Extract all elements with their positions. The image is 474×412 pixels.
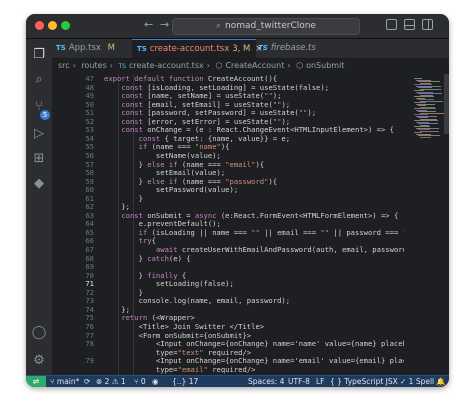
breadcrumb-item[interactable]: src (58, 61, 70, 70)
minimize-window-button[interactable] (48, 21, 57, 30)
tab-label: App.tsx (68, 43, 101, 53)
ports-indicator[interactable]: ⑂ 0 (134, 376, 146, 387)
eol-indicator[interactable]: LF (316, 376, 325, 387)
extensions-icon[interactable]: ⊞ (31, 151, 47, 167)
activity-bar: ❐ ⌕ ⑂ 5 ▷ ⊞ ◆ ◯ ⚙ (26, 39, 53, 375)
forward-arrow-icon[interactable]: → (160, 18, 169, 31)
spell-indicator[interactable]: ✓ 1 Spell (400, 376, 434, 387)
settings-gear-icon[interactable]: ⚙ (31, 353, 47, 369)
modified-indicator: M (107, 43, 115, 53)
notifications-bell-icon[interactable]: 🔔 (436, 376, 445, 387)
tab-create-account[interactable]: TS create-account.tsx 3, M × (132, 39, 263, 58)
breadcrumb: src › routes › TS create-account.tsx › ⬡ Crea… (52, 59, 449, 73)
title-bar: ← → ⌕ nomad_twitterClone (26, 14, 449, 39)
branch-indicator[interactable]: ⑂ main* (50, 376, 79, 387)
code-area[interactable]: export default function CreateAccount(){… (104, 74, 404, 375)
encoding-indicator[interactable]: UTF-8 (288, 376, 310, 387)
line-number: 79 (85, 356, 94, 366)
code-line[interactable]: type="email" required/> (104, 365, 256, 374)
toggle-panel-icon[interactable] (404, 19, 415, 30)
tab-label: firebase.ts (270, 43, 316, 53)
tab-app-tsx[interactable]: TS App.tsx M (56, 39, 115, 58)
tab-label: create-account.tsx (149, 44, 230, 54)
line-number-gutter: 47 48 49 50 51 52 53 54 55 56 57 58 59 60 61 62 63 64 65 66… (52, 74, 96, 375)
toggle-secondary-sidebar-icon[interactable] (422, 19, 433, 30)
back-arrow-icon[interactable]: ← (144, 18, 153, 31)
live-share-icon[interactable]: ◉ (152, 376, 159, 387)
editor-tabs: TS App.tsx M TS create-account.tsx 3, M × TS… (52, 39, 449, 59)
function-symbol-icon: ⬡ (215, 61, 223, 70)
tsx-file-icon: TS (118, 63, 126, 70)
maximize-window-button[interactable] (61, 21, 70, 30)
run-debug-icon[interactable]: ▷ (31, 126, 47, 142)
vertical-scrollbar[interactable] (444, 74, 449, 134)
minimap-line (420, 136, 431, 138)
source-control-badge: 5 (40, 110, 50, 120)
command-center-search[interactable]: ⌕ nomad_twitterClone (172, 18, 360, 35)
code-editor[interactable]: 47 48 49 50 51 52 53 54 55 56 57 58 59 60 61 62 63 64 65 66… (52, 74, 449, 375)
minimap-line (420, 130, 439, 132)
python-icon[interactable]: ◆ (31, 176, 47, 192)
tab-firebase-ts[interactable]: TS firebase.ts (258, 39, 316, 58)
function-symbol-icon: ⬡ (296, 61, 304, 70)
account-icon[interactable]: ◯ (31, 325, 47, 341)
ts-file-icon: TS (258, 44, 268, 52)
minimap[interactable] (412, 74, 445, 375)
tsx-file-icon: TS (56, 44, 66, 52)
language-mode[interactable]: { } TypeScript JSX (330, 376, 398, 387)
search-text: nomad_twitterClone (225, 21, 316, 31)
selection-indicator[interactable]: {..} 17 (172, 376, 198, 387)
code-line[interactable]: console.log(name, email, password); (104, 296, 290, 305)
status-bar: ⇌ ⑂ main* ⟳ ⊗ 2 ⚠ 1 ⑂ 0 ◉ {..} 17 Spaces… (26, 375, 449, 387)
breadcrumb-item[interactable]: onSubmit (306, 61, 344, 70)
breadcrumb-item[interactable]: routes (81, 61, 106, 70)
search-icon: ⌕ (216, 21, 222, 31)
toggle-primary-sidebar-icon[interactable] (386, 19, 397, 30)
breadcrumb-item[interactable]: CreateAccount (225, 61, 284, 70)
line-number: 78 (85, 339, 94, 349)
vscode-window: ← → ⌕ nomad_twitterClone ❐ ⌕ ⑂ 5 ▷ ⊞ ◆ ◯ … (26, 14, 449, 387)
problem-count: 3, M (232, 44, 251, 54)
sync-icon[interactable]: ⟳ (84, 376, 90, 387)
problems-indicator[interactable]: ⊗ 2 ⚠ 1 (96, 376, 126, 387)
close-window-button[interactable] (35, 21, 44, 30)
files-explorer-icon[interactable]: ❐ (31, 47, 47, 63)
breadcrumb-item[interactable]: create-account.tsx (129, 61, 204, 70)
indentation-indicator[interactable]: Spaces: 4 (248, 376, 284, 387)
branch-icon: ⑂ (50, 377, 57, 386)
search-view-icon[interactable]: ⌕ (31, 72, 47, 88)
tsx-file-icon: TS (137, 45, 147, 53)
remote-indicator-icon[interactable]: ⇌ (26, 376, 46, 387)
code-line[interactable]: } catch(e) { (104, 254, 191, 263)
